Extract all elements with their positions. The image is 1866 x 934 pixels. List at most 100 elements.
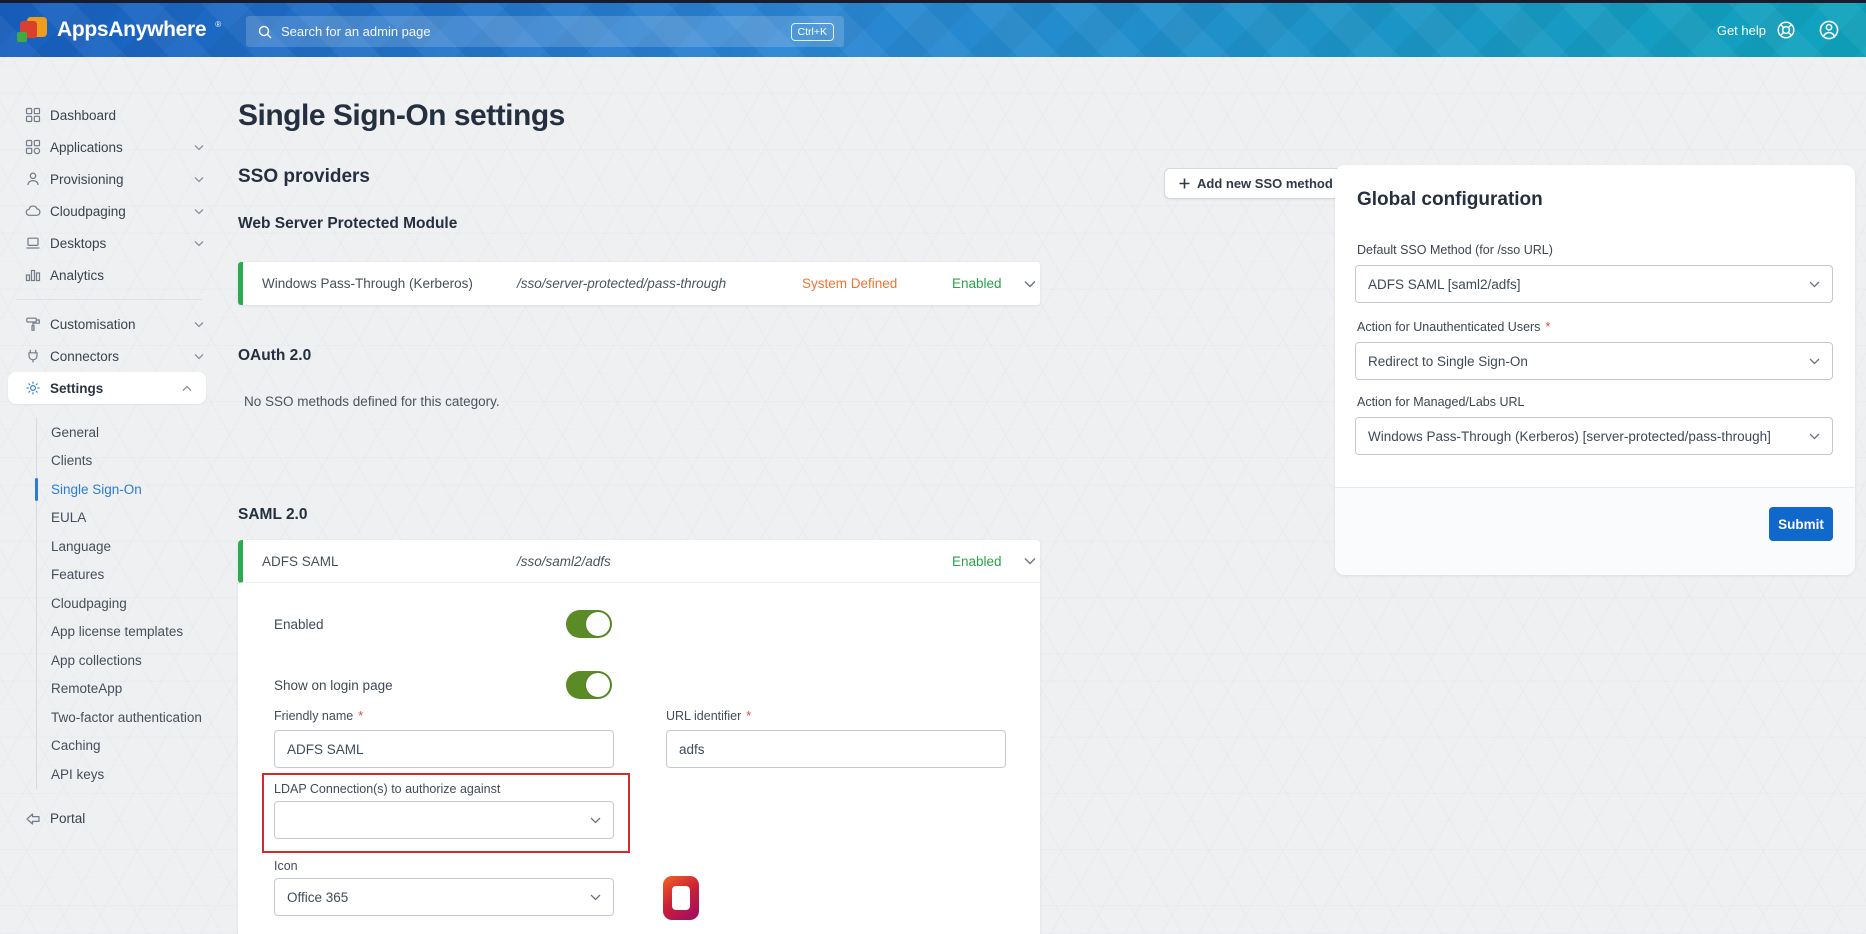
office-365-logo — [663, 876, 699, 920]
icon-select[interactable]: Office 365 — [274, 878, 614, 916]
sso-method-name: ADFS SAML — [262, 554, 517, 569]
sidebar-subitem-remoteapp[interactable]: RemoteApp — [37, 675, 218, 704]
settings-submenu: General Clients Single Sign-On EULA Lang… — [36, 418, 218, 789]
enabled-label: Enabled — [274, 617, 324, 632]
provisioning-user-icon — [25, 171, 42, 187]
oauth-heading: OAuth 2.0 — [238, 345, 1040, 367]
sidebar-item-cloudpaging[interactable]: Cloudpaging — [0, 195, 218, 227]
url-identifier-input[interactable] — [666, 730, 1006, 768]
sidebar-item-dashboard[interactable]: Dashboard — [0, 99, 218, 131]
chevron-down-icon — [194, 240, 204, 247]
nav-label: Customisation — [50, 317, 136, 332]
paint-roller-icon — [25, 316, 42, 332]
action-unauthenticated-users-select[interactable]: Redirect to Single Sign-On — [1355, 342, 1833, 380]
sidebar-subitem-two-factor-authentication[interactable]: Two-factor authentication — [37, 703, 218, 732]
default-sso-method-label: Default SSO Method (for /sso URL) — [1357, 243, 1553, 257]
enabled-status-text: Enabled — [952, 276, 1020, 291]
sidebar-subitem-api-keys[interactable]: API keys — [37, 760, 218, 789]
sidebar-subitem-app-collections[interactable]: App collections — [37, 646, 218, 675]
nav-label: Dashboard — [50, 108, 116, 123]
page-title: Single Sign-On settings — [238, 97, 1040, 135]
nav-label: Settings — [50, 381, 103, 396]
brand-trademark: ® — [215, 20, 221, 29]
action-managed-labs-url-select[interactable]: Windows Pass-Through (Kerberos) [server-… — [1355, 417, 1833, 455]
chevron-down-icon[interactable] — [1020, 276, 1040, 292]
sidebar: Dashboard Applications Provisioning Clou… — [0, 57, 218, 934]
portal-back-arrow-icon — [25, 811, 42, 827]
sidebar-subitem-clients[interactable]: Clients — [37, 447, 218, 476]
sidebar-item-desktops[interactable]: Desktops — [0, 227, 218, 259]
sidebar-item-applications[interactable]: Applications — [0, 131, 218, 163]
shortcut-badge: Ctrl+K — [791, 23, 834, 41]
ldap-connections-select[interactable] — [274, 801, 614, 839]
sidebar-item-portal[interactable]: Portal — [0, 803, 218, 835]
sidebar-item-customisation[interactable]: Customisation — [0, 308, 218, 340]
friendly-name-label: Friendly name* — [274, 709, 363, 723]
nav-label: Applications — [50, 140, 123, 155]
system-defined-badge: System Defined — [802, 276, 952, 291]
chevron-down-icon — [590, 894, 601, 901]
sidebar-subitem-eula[interactable]: EULA — [37, 504, 218, 533]
topbar-gradient: AppsAnywhere ® Ctrl+K Get help — [0, 3, 1866, 57]
select-value: Office 365 — [287, 890, 590, 905]
brand-name: AppsAnywhere — [57, 18, 206, 42]
saml-heading: SAML 2.0 — [238, 504, 1040, 526]
desktop-icon — [25, 235, 42, 251]
add-button-label: Add new SSO method — [1197, 176, 1333, 191]
sidebar-divider — [16, 299, 202, 300]
plug-icon — [25, 348, 42, 364]
global-configuration-card: Global configuration Default SSO Method … — [1335, 165, 1855, 575]
sidebar-item-provisioning[interactable]: Provisioning — [0, 163, 218, 195]
sso-providers-heading: SSO providers — [238, 165, 1040, 189]
account-icon[interactable] — [1818, 19, 1840, 41]
chevron-down-icon[interactable] — [1020, 553, 1040, 569]
add-new-sso-method-button[interactable]: Add new SSO method — [1164, 168, 1348, 199]
ldap-connections-label: LDAP Connection(s) to authorize against — [274, 782, 500, 796]
sso-method-card-wspm: Windows Pass-Through (Kerberos) /sso/ser… — [238, 262, 1040, 305]
gear-icon — [25, 380, 42, 396]
sidebar-subitem-language[interactable]: Language — [37, 532, 218, 561]
chevron-down-icon — [1809, 358, 1820, 365]
appsanywhere-logo-icon — [16, 16, 48, 44]
dashboard-icon — [25, 107, 42, 123]
chevron-up-icon — [182, 385, 192, 392]
toggle-knob — [586, 612, 610, 636]
get-help-link[interactable]: Get help — [1717, 23, 1766, 38]
sso-method-url: /sso/server-protected/pass-through — [517, 276, 802, 291]
topbar: AppsAnywhere ® Ctrl+K Get help — [0, 0, 1866, 57]
help-icon[interactable] — [1776, 20, 1796, 40]
friendly-name-input[interactable] — [274, 730, 614, 768]
sidebar-subitem-cloudpaging[interactable]: Cloudpaging — [37, 589, 218, 618]
sidebar-subitem-features[interactable]: Features — [37, 561, 218, 590]
admin-search-bar[interactable]: Ctrl+K — [246, 16, 844, 47]
show-on-login-toggle[interactable] — [566, 671, 612, 699]
toggle-knob — [586, 673, 610, 697]
sidebar-subitem-caching[interactable]: Caching — [37, 732, 218, 761]
oauth-empty-message: No SSO methods defined for this category… — [238, 393, 1040, 411]
sidebar-subitem-general[interactable]: General — [37, 418, 218, 447]
chevron-down-icon — [1809, 433, 1820, 440]
sso-method-url: /sso/saml2/adfs — [517, 554, 802, 569]
nav-label: Connectors — [50, 349, 119, 364]
url-identifier-label: URL identifier* — [666, 709, 751, 723]
enabled-toggle[interactable] — [566, 610, 612, 638]
submit-button[interactable]: Submit — [1769, 507, 1833, 541]
search-input[interactable] — [281, 24, 791, 39]
plus-icon — [1179, 178, 1190, 189]
nav-label: Provisioning — [50, 172, 124, 187]
sso-method-name: Windows Pass-Through (Kerberos) — [262, 276, 517, 291]
sso-method-card-saml: ADFS SAML /sso/saml2/adfs Enabled Enable… — [238, 540, 1040, 934]
chevron-down-icon — [194, 208, 204, 215]
sidebar-item-settings[interactable]: Settings — [8, 372, 206, 404]
sso-method-row-adfs-saml[interactable]: ADFS SAML /sso/saml2/adfs Enabled — [238, 540, 1040, 583]
nav-label: Cloudpaging — [50, 204, 126, 219]
sso-method-row-pass-through[interactable]: Windows Pass-Through (Kerberos) /sso/ser… — [238, 262, 1040, 305]
appsanywhere-logo[interactable]: AppsAnywhere ® — [16, 16, 221, 44]
cloud-icon — [25, 203, 42, 219]
sidebar-subitem-app-license-templates[interactable]: App license templates — [37, 618, 218, 647]
global-configuration-title: Global configuration — [1357, 189, 1543, 211]
sidebar-item-analytics[interactable]: Analytics — [0, 259, 218, 291]
default-sso-method-select[interactable]: ADFS SAML [saml2/adfs] — [1355, 265, 1833, 303]
sidebar-item-connectors[interactable]: Connectors — [0, 340, 218, 372]
sidebar-subitem-single-sign-on[interactable]: Single Sign-On — [37, 475, 218, 504]
